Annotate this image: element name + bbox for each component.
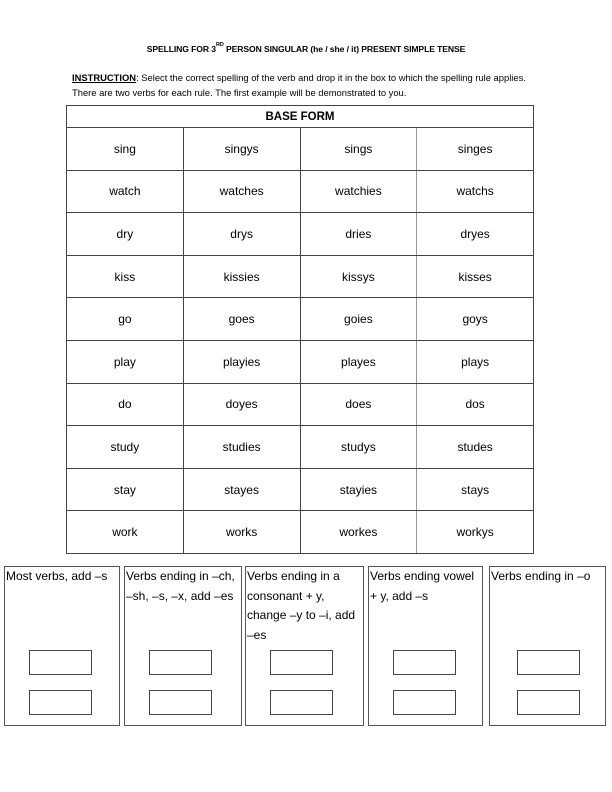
- rule-label: Verbs ending in –ch, –sh, –s, –x, add –e…: [126, 569, 235, 603]
- drop-target-box[interactable]: [149, 650, 212, 675]
- rule-category-box: Verbs ending vowel + y, add –s: [368, 566, 483, 726]
- drop-target-box[interactable]: [517, 690, 580, 715]
- base-form-cell: stay: [66, 467, 184, 512]
- rule-label: Verbs ending in –o: [491, 569, 591, 583]
- drop-target-box[interactable]: [517, 650, 580, 675]
- verb-option-draggable[interactable]: workes: [299, 510, 418, 554]
- base-form-cell: play: [66, 339, 184, 384]
- drop-target-box[interactable]: [270, 690, 333, 715]
- table-row: study studies studys studes: [66, 425, 534, 469]
- base-form-cell: work: [66, 510, 184, 554]
- drop-target-box[interactable]: [393, 650, 456, 675]
- verb-option-draggable[interactable]: doyes: [182, 382, 301, 427]
- verb-option-draggable[interactable]: dries: [299, 212, 418, 256]
- table-row: do doyes does dos: [66, 382, 534, 427]
- verb-option-draggable[interactable]: drys: [182, 212, 301, 256]
- verb-option-draggable[interactable]: playies: [182, 339, 301, 384]
- rule-category-box: Verbs ending in –o: [489, 566, 606, 726]
- verb-option-draggable[interactable]: dryes: [416, 212, 534, 256]
- verb-option-draggable[interactable]: singes: [416, 127, 534, 171]
- verb-option-draggable[interactable]: studes: [416, 425, 534, 469]
- verb-table: BASE FORM sing singys sings singes watch watc…: [66, 105, 534, 554]
- verb-option-draggable[interactable]: stayes: [182, 467, 301, 512]
- rule-label: Verbs ending vowel + y, add –s: [370, 569, 475, 603]
- verb-option-draggable[interactable]: workys: [416, 510, 534, 554]
- rule-category-box: Verbs ending in –ch, –sh, –s, –x, add –e…: [124, 566, 242, 726]
- instruction-text: : Select the correct spelling of the ver…: [72, 72, 526, 98]
- title-suffix: PERSON SINGULAR (he / she / it) PRESENT …: [223, 44, 466, 54]
- verb-option-draggable[interactable]: kissys: [299, 254, 418, 299]
- base-form-cell: study: [66, 425, 184, 469]
- base-form-cell: go: [66, 297, 184, 341]
- verb-option-draggable[interactable]: stayies: [299, 467, 418, 512]
- rule-label: Most verbs, add –s: [6, 569, 108, 583]
- verb-option-draggable[interactable]: singys: [182, 127, 301, 171]
- table-row: dry drys dries dryes: [66, 212, 534, 256]
- table-row: stay stayes stayies stays: [66, 467, 534, 512]
- verb-option-draggable[interactable]: studys: [299, 425, 418, 469]
- instruction: INSTRUCTION: Select the correct spelling…: [72, 70, 542, 100]
- verb-option-draggable[interactable]: goies: [299, 297, 418, 341]
- drop-target-box[interactable]: [393, 690, 456, 715]
- verb-option-draggable[interactable]: plays: [416, 339, 534, 384]
- rule-category-box: Verbs ending in a consonant + y, change …: [245, 566, 364, 726]
- table-row: watch watches watchies watchs: [66, 169, 534, 214]
- verb-option-draggable[interactable]: sings: [299, 127, 418, 171]
- table-row: work works workes workys: [66, 510, 534, 554]
- table-header: BASE FORM: [66, 105, 534, 128]
- worksheet-title: SPELLING FOR 3RD PERSON SINGULAR (he / s…: [0, 42, 612, 54]
- verb-option-draggable[interactable]: kisses: [416, 254, 534, 299]
- drop-target-box[interactable]: [270, 650, 333, 675]
- rule-label: Verbs ending in a consonant + y, change …: [247, 569, 356, 642]
- drop-target-box[interactable]: [29, 690, 92, 715]
- verb-option-draggable[interactable]: watches: [182, 169, 301, 214]
- table-row: kiss kissies kissys kisses: [66, 254, 534, 299]
- table-row: sing singys sings singes: [66, 127, 534, 171]
- verb-option-draggable[interactable]: goys: [416, 297, 534, 341]
- verb-option-draggable[interactable]: studies: [182, 425, 301, 469]
- verb-option-draggable[interactable]: dos: [416, 382, 534, 427]
- verb-option-draggable[interactable]: playes: [299, 339, 418, 384]
- verb-option-draggable[interactable]: works: [182, 510, 301, 554]
- base-form-cell: sing: [66, 127, 184, 171]
- table-row: play playies playes plays: [66, 339, 534, 384]
- instruction-label: INSTRUCTION: [72, 72, 137, 83]
- base-form-cell: dry: [66, 212, 184, 256]
- drop-target-box[interactable]: [29, 650, 92, 675]
- title-prefix: SPELLING FOR 3: [146, 44, 216, 54]
- verb-option-draggable[interactable]: watchies: [299, 169, 418, 214]
- base-form-cell: watch: [66, 169, 184, 214]
- base-form-cell: kiss: [66, 254, 184, 299]
- verb-option-draggable[interactable]: kissies: [182, 254, 301, 299]
- verb-option-draggable[interactable]: goes: [182, 297, 301, 341]
- verb-option-draggable[interactable]: does: [299, 382, 418, 427]
- base-form-cell: do: [66, 382, 184, 427]
- drop-target-box[interactable]: [149, 690, 212, 715]
- verb-option-draggable[interactable]: stays: [416, 467, 534, 512]
- rule-category-box: Most verbs, add –s: [4, 566, 120, 726]
- table-row: go goes goies goys: [66, 297, 534, 341]
- title-superscript: RD: [215, 42, 224, 48]
- verb-option-draggable[interactable]: watchs: [416, 169, 534, 214]
